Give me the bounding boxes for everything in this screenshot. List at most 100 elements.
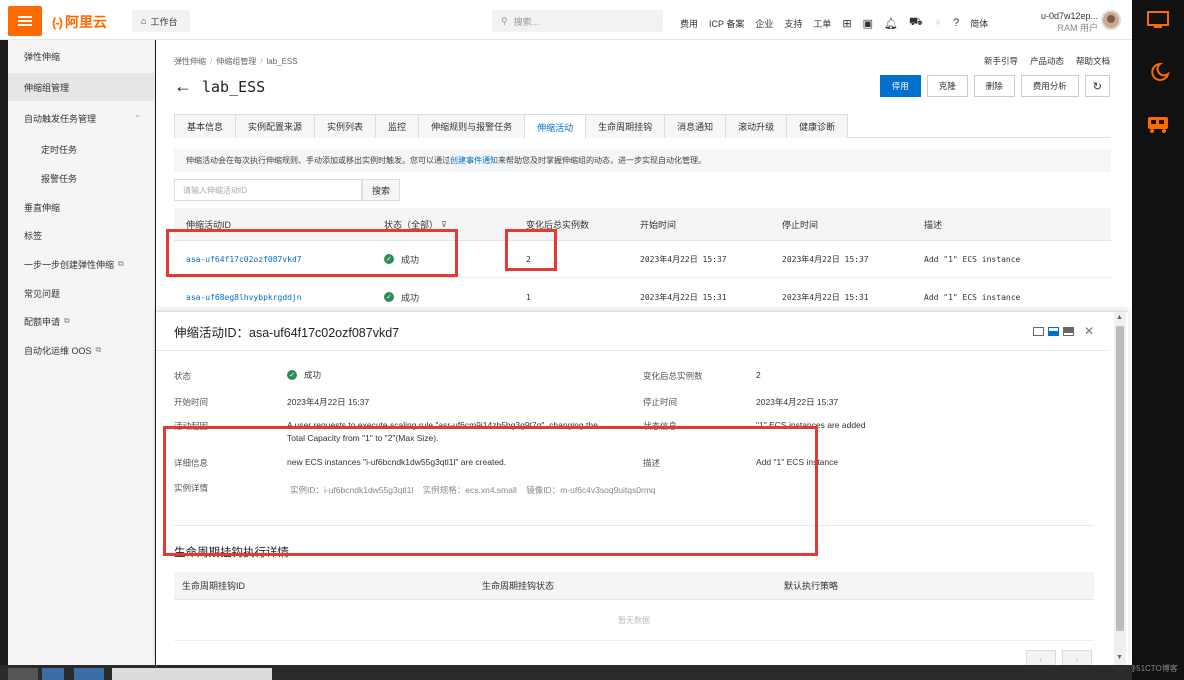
back-arrow-icon[interactable]: ← (174, 76, 192, 97)
scroll-down-icon[interactable]: ▼ (1116, 654, 1123, 661)
taskbar-item[interactable] (42, 668, 64, 680)
tab-config-source[interactable]: 实例配置来源 (235, 114, 316, 138)
breadcrumb-item[interactable]: 弹性伸缩 (174, 57, 206, 66)
cloud-shell-icon[interactable]: ⊞ (842, 17, 851, 30)
search-placeholder: 搜索... (513, 16, 540, 27)
close-icon[interactable]: ✕ (1084, 324, 1094, 338)
scroll-up-icon[interactable]: ▲ (1116, 314, 1123, 321)
drawer-title: 伸缩活动ID：asa-uf64f17c02ozf087vkd7 (174, 326, 400, 340)
breadcrumb: 弹性伸缩 / 伸缩组管理 / lab_ESS (174, 57, 298, 66)
monitor-icon[interactable] (1146, 10, 1170, 30)
help-docs-link[interactable]: 帮助文档 (1076, 55, 1110, 67)
sidebar-item-group-management[interactable]: 伸缩组管理 (8, 73, 155, 101)
avatar[interactable] (1101, 10, 1121, 30)
nav-support[interactable]: 支持 (784, 17, 802, 30)
help-icon[interactable]: ? (953, 17, 959, 29)
tab-rules-alarms[interactable]: 伸缩规则与报警任务 (418, 114, 526, 138)
value-start-time: 2023年4月22日 15:37 (287, 397, 370, 407)
tab-health-check[interactable]: 健康诊断 (786, 114, 849, 138)
cart-icon[interactable]: ⛟ (909, 16, 923, 30)
layout-top-icon[interactable] (1062, 326, 1074, 336)
col-default-policy: 默认执行策略 (784, 581, 839, 591)
activity-id-search-input[interactable]: 请输入伸缩活动ID (174, 179, 362, 201)
sidebar-item-oos[interactable]: 自动化运维 OOS ⧉ (8, 336, 155, 364)
notice-text-end: 来帮助您及时掌握伸缩组的动态，进一步实现自动化管理。 (498, 156, 706, 165)
col-start-time: 开始时间 (640, 219, 677, 230)
breadcrumb-item[interactable]: 伸缩组管理 (216, 57, 256, 66)
clone-button[interactable]: 克隆 (926, 75, 968, 97)
disable-button[interactable]: 停用 (879, 75, 921, 97)
product-news-link[interactable]: 产品动态 (1030, 55, 1064, 67)
moon-icon[interactable] (1146, 62, 1170, 82)
breadcrumb-current: lab_ESS (266, 57, 298, 66)
scroll-thumb[interactable] (1116, 326, 1124, 631)
instance-count: 1 (526, 292, 531, 302)
lightbulb-icon[interactable]: ♀ (934, 17, 942, 29)
aliyun-logo[interactable]: (-) 阿里云 (52, 12, 107, 32)
bus-icon[interactable] (1146, 114, 1170, 134)
sidebar-item-step-by-step[interactable]: 一步一步创建弹性伸缩 ⧉ (8, 250, 155, 278)
sidebar: 弹性伸缩 伸缩组管理 自动触发任务管理 ⌃ 定时任务 报警任务 垂直伸缩 标签 一… (8, 40, 155, 665)
tab-instance-list[interactable]: 实例列表 (314, 114, 377, 138)
sidebar-item-quota[interactable]: 配额申请 ⧉ (8, 307, 155, 335)
tab-scaling-activities[interactable]: 伸缩活动 (524, 114, 587, 139)
scrollbar[interactable]: ▲ ▼ (1114, 312, 1126, 666)
cost-analysis-button[interactable]: 费用分析 (1020, 75, 1079, 97)
action-buttons: 停用 克隆 删除 费用分析 ↻ (879, 75, 1110, 97)
tab-lifecycle-hooks[interactable]: 生命周期挂钩 (585, 114, 666, 138)
label-status: 状态 (174, 371, 192, 381)
top-nav-links: 费用 ICP 备案 企业 支持 工单 ⊞ ▣ 🔔︎ ⛟ ♀ ? 简体 (680, 16, 988, 30)
workbench-button[interactable]: ⌂ 工作台 (132, 10, 190, 32)
label-start-time: 开始时间 (174, 397, 209, 407)
search-button[interactable]: 搜索 (362, 179, 400, 201)
tab-monitoring[interactable]: 监控 (375, 114, 420, 138)
layout-full-icon[interactable] (1032, 326, 1044, 336)
nav-billing[interactable]: 费用 (680, 17, 698, 30)
page-title: lab_ESS (202, 77, 266, 96)
tab-rolling-upgrade[interactable]: 滚动升级 (725, 114, 788, 138)
sidebar-item-label: 常见问题 (24, 288, 61, 299)
start-time: 2023年4月22日 15:31 (640, 292, 727, 302)
nav-ticket[interactable]: 工单 (813, 17, 831, 30)
sidebar-item-label: 配额申请 (24, 316, 61, 327)
sidebar-item-auto-scaling[interactable]: 弹性伸缩 (8, 42, 155, 70)
sidebar-item-vertical-scaling[interactable]: 垂直伸缩 (8, 193, 155, 221)
search-input[interactable]: ⚲ 搜索... (492, 10, 663, 32)
refresh-icon[interactable]: ↻ (1084, 75, 1110, 97)
taskbar-item[interactable] (74, 668, 104, 680)
bell-icon[interactable]: 🔔︎ (884, 17, 898, 30)
stop-time: 2023年4月22日 15:37 (782, 254, 869, 264)
sidebar-item-alarm-tasks[interactable]: 报警任务 (8, 164, 155, 192)
user-menu[interactable]: u-0d7w12ep... RAM 用户 (1038, 10, 1098, 34)
taskbar-item[interactable] (8, 668, 38, 680)
sidebar-item-auto-trigger-tasks[interactable]: 自动触发任务管理 ⌃ (8, 104, 155, 132)
filter-icon[interactable]: ⊽ (441, 220, 447, 229)
tab-basic-info[interactable]: 基本信息 (174, 114, 237, 138)
logo-text: 阿里云 (65, 14, 107, 30)
highlight-box (163, 426, 818, 556)
col-stop-time: 停止时间 (782, 219, 819, 230)
user-role: RAM 用户 (1057, 23, 1098, 33)
sidebar-item-tags[interactable]: 标签 (8, 221, 155, 249)
sidebar-item-scheduled-tasks[interactable]: 定时任务 (8, 135, 155, 163)
tab-notifications[interactable]: 消息通知 (664, 114, 727, 138)
workbench-label: 工作台 (150, 16, 178, 27)
description: Add "1" ECS instance (924, 292, 1021, 302)
col-hook-status: 生命周期挂钩状态 (482, 581, 555, 591)
drawer-controls: ✕ (1032, 324, 1094, 338)
description: Add "1" ECS instance (924, 254, 1021, 264)
sidebar-item-faq[interactable]: 常见问题 (8, 279, 155, 307)
taskbar-item[interactable] (112, 668, 272, 680)
nav-enterprise[interactable]: 企业 (755, 17, 773, 30)
delete-button[interactable]: 删除 (973, 75, 1015, 97)
language-switch[interactable]: 简体 (970, 17, 988, 30)
top-navbar: (-) 阿里云 ⌂ 工作台 ⚲ 搜索... 费用 ICP 备案 企业 支持 工单… (0, 0, 1132, 40)
create-event-notification-link[interactable]: 创建事件通知 (450, 155, 498, 166)
col-hook-id: 生命周期挂钩ID (182, 581, 246, 591)
layout-bottom-icon[interactable] (1047, 326, 1059, 336)
activity-id-link[interactable]: asa-uf68eg8lhvybpkrgddjn (186, 279, 302, 315)
terminal-icon[interactable]: ▣ (863, 17, 873, 30)
guide-link[interactable]: 新手引导 (984, 55, 1018, 67)
menu-icon[interactable] (8, 6, 42, 36)
nav-icp[interactable]: ICP 备案 (709, 17, 744, 30)
